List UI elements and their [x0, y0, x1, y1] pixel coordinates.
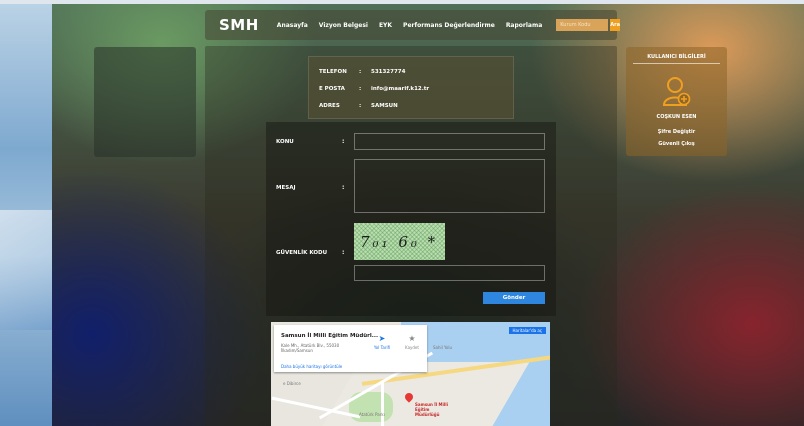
- contact-row-email: E POSTA: info@maarif.k12.tr: [319, 86, 429, 92]
- separator: :: [359, 86, 362, 92]
- user-name: COŞKUN ESEN: [656, 114, 697, 120]
- directions-icon: ➤: [378, 334, 386, 343]
- map-label-park: Atatürk Parkı: [359, 412, 385, 417]
- map-pin-label: Samsun İl Milli Eğitim Müdürlüğü: [415, 402, 448, 417]
- message-textarea[interactable]: [354, 159, 545, 213]
- message-label: MESAJ: [276, 185, 296, 191]
- map-label-district: e Dibirce: [283, 381, 301, 386]
- map-label-sahil-yolu: Sahil Yolu: [433, 345, 453, 350]
- security-code-input[interactable]: [354, 265, 545, 281]
- nav-item-vizyon-belgesi[interactable]: Vizyon Belgesi: [319, 22, 368, 29]
- address-label: ADRES: [319, 103, 340, 109]
- separator: :: [359, 103, 362, 109]
- desktop-background: [0, 0, 52, 426]
- nav-item-eyk[interactable]: EYK: [379, 22, 392, 29]
- embedded-map[interactable]: Sahil Yolu Atatürk Parkı e Dibirce Samsu…: [271, 322, 550, 426]
- phone-label: TELEFON: [319, 69, 347, 75]
- map-save-button[interactable]: ★ Kaydet: [402, 334, 422, 350]
- address-value: SAMSUN: [371, 103, 398, 109]
- user-info-panel: KULLANICI BİLGİLERİ COŞKUN ESEN Şifre De…: [626, 47, 727, 156]
- submit-button[interactable]: Gönder: [483, 292, 545, 304]
- logout-link[interactable]: Güvenli Çıkış: [626, 141, 727, 147]
- nav-item-raporlama[interactable]: Raporlama: [506, 22, 542, 29]
- user-panel-title: KULLANICI BİLGİLERİ: [647, 54, 706, 60]
- phone-value: 531327774: [371, 69, 406, 75]
- map-directions-button[interactable]: ➤ Yol Tarifi: [372, 334, 392, 350]
- left-side-panel: [94, 47, 196, 157]
- security-code-label: GÜVENLİK KODU: [276, 250, 328, 256]
- separator: :: [359, 69, 362, 75]
- email-label: E POSTA: [319, 86, 345, 92]
- map-place-card: Samsun İl Milli Eğitim Müdürl... Kale Mh…: [274, 325, 427, 372]
- star-icon: ★: [408, 334, 416, 343]
- captcha-image: 7₀₁ 6₀ *: [354, 223, 445, 260]
- contact-form: KONU : MESAJ : GÜVENLİK KODU : 7₀₁ 6₀ * …: [266, 122, 556, 316]
- colon: :: [342, 249, 345, 256]
- divider: [633, 63, 720, 64]
- search-button[interactable]: Ara: [610, 19, 620, 31]
- map-place-address: Kale Mh., Atatürk Blv., 55030 İlkadım/Sa…: [281, 343, 340, 353]
- open-in-maps-button[interactable]: Haritalar'da aç: [508, 327, 546, 334]
- email-value: info@maarif.k12.tr: [371, 86, 430, 92]
- map-place-name: Samsun İl Milli Eğitim Müdürl...: [281, 333, 379, 339]
- top-navbar: SMH Anasayfa Vizyon Belgesi EYK Performa…: [205, 10, 620, 40]
- map-road: [381, 382, 384, 426]
- contact-info-box: TELEFON: 531327774 E POSTA: info@maarif.k1…: [308, 56, 514, 119]
- map-larger-link[interactable]: Daha büyük haritayı görüntüle: [281, 364, 342, 369]
- nav-item-performans[interactable]: Performans Değerlendirme: [403, 22, 495, 29]
- colon: :: [342, 184, 345, 191]
- colon: :: [342, 138, 345, 145]
- institution-code-input[interactable]: [556, 19, 609, 31]
- subject-label: KONU: [276, 139, 294, 145]
- contact-row-address: ADRES: SAMSUN: [319, 103, 398, 109]
- nav-item-anasayfa[interactable]: Anasayfa: [277, 22, 308, 29]
- contact-row-phone: TELEFON: 531327774: [319, 69, 405, 75]
- add-user-icon: [663, 77, 691, 106]
- site-logo[interactable]: SMH: [219, 16, 259, 34]
- subject-input[interactable]: [354, 133, 545, 150]
- change-password-link[interactable]: Şifre Değiştir: [626, 129, 727, 135]
